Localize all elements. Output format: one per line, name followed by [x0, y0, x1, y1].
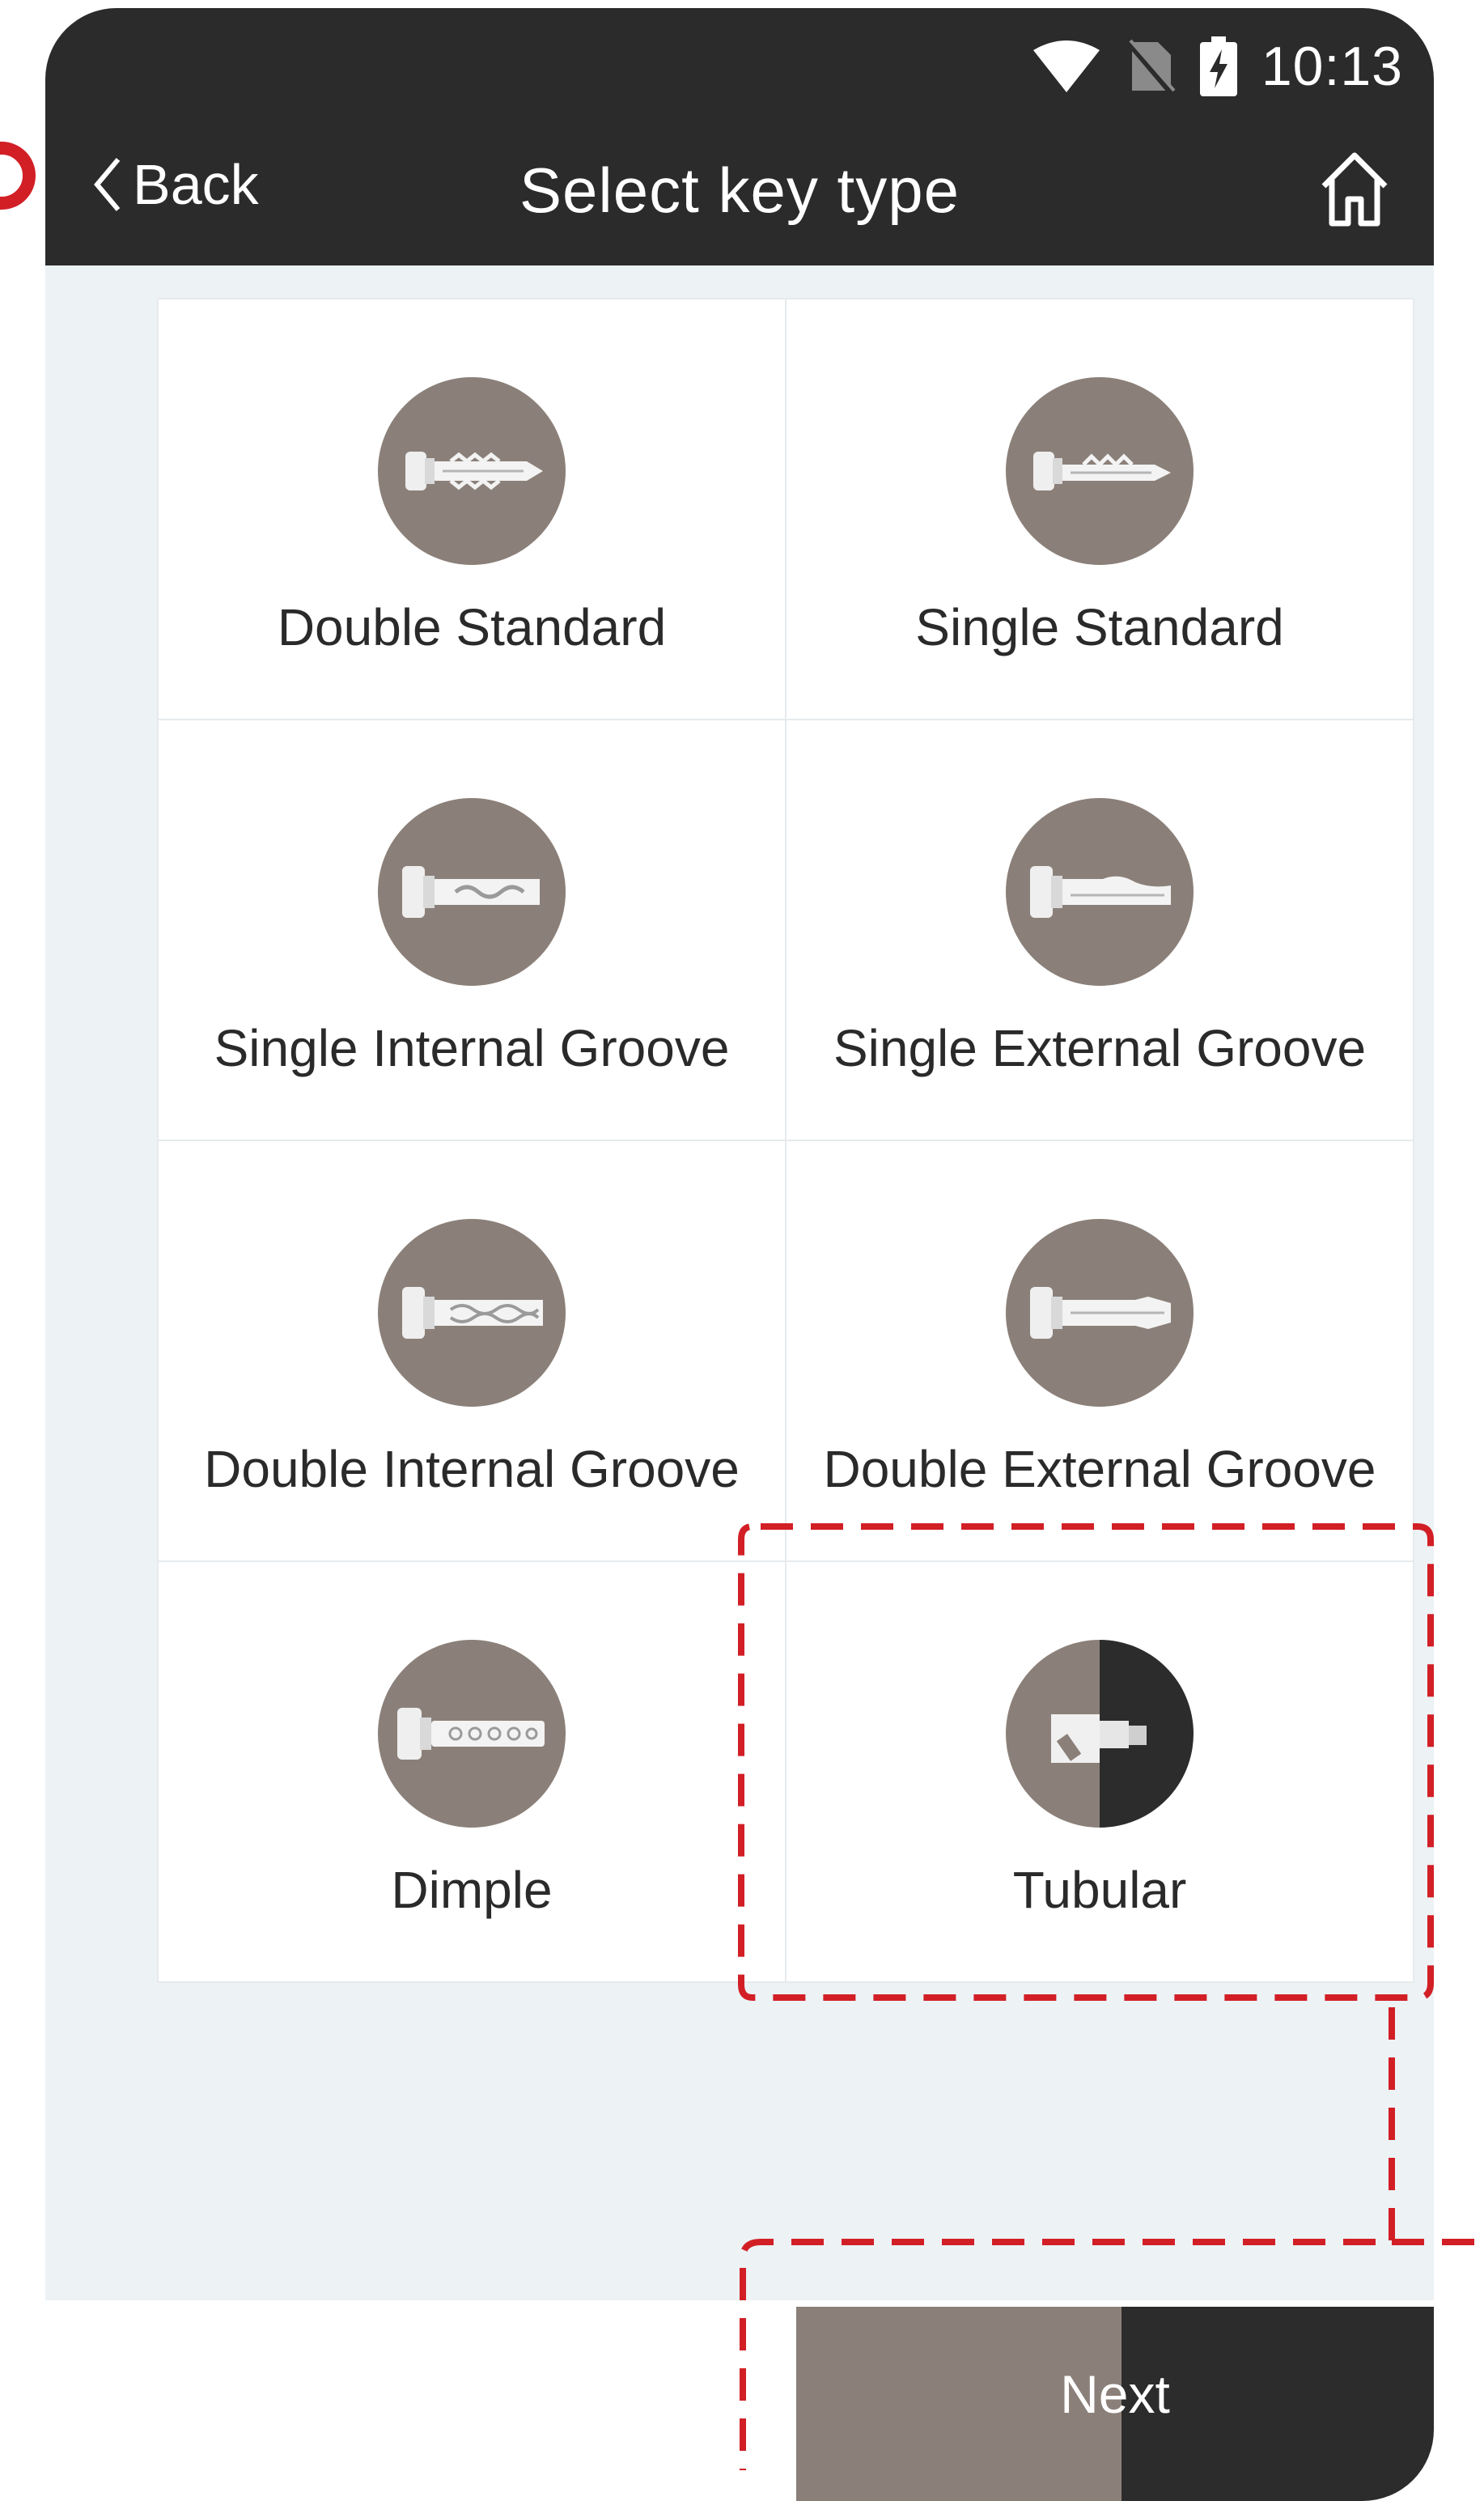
back-label: Back: [133, 153, 259, 216]
status-bar: 10:13: [1032, 26, 1403, 107]
key-type-label: Double External Groove: [823, 1440, 1376, 1498]
device-screen: 10:13 Back Select key type Double Standa…: [45, 8, 1434, 2501]
key-type-tubular[interactable]: Tubular: [787, 1562, 1413, 1981]
chevron-left-icon: [94, 158, 121, 211]
key-type-label: Single Internal Groove: [214, 1019, 730, 1077]
double-standard-key-icon: [378, 377, 566, 565]
app-header: 10:13 Back Select key type: [45, 8, 1434, 265]
single-internal-groove-key-icon: [378, 798, 566, 986]
home-icon: [1321, 152, 1388, 227]
key-type-dimple[interactable]: Dimple: [159, 1562, 785, 1981]
key-type-label: Single Standard: [915, 598, 1284, 656]
key-type-single-external-groove[interactable]: Single External Groove: [787, 720, 1413, 1140]
tubular-key-icon: [1006, 1640, 1194, 1828]
battery-charging-icon: [1199, 36, 1237, 96]
key-type-double-internal-groove[interactable]: Double Internal Groove: [159, 1141, 785, 1560]
double-internal-groove-key-icon: [378, 1219, 566, 1407]
dimple-key-icon: [378, 1640, 566, 1828]
key-type-double-external-groove[interactable]: Double External Groove: [787, 1141, 1413, 1560]
key-type-single-standard[interactable]: Single Standard: [787, 299, 1413, 719]
key-type-label: Double Internal Groove: [204, 1440, 740, 1498]
key-type-single-internal-groove[interactable]: Single Internal Groove: [159, 720, 785, 1140]
key-type-label: Dimple: [391, 1861, 553, 1919]
key-type-label: Double Standard: [277, 598, 667, 656]
wifi-icon: [1032, 40, 1100, 92]
single-standard-key-icon: [1006, 377, 1194, 565]
key-type-label: Tubular: [1012, 1861, 1187, 1919]
home-button[interactable]: [1317, 151, 1392, 232]
key-type-double-standard[interactable]: Double Standard: [159, 299, 785, 719]
next-button[interactable]: Next: [796, 2307, 1434, 2501]
key-type-grid: Double Standard Single Standard Single I…: [157, 298, 1414, 1983]
single-external-groove-key-icon: [1006, 798, 1194, 986]
no-sim-icon: [1124, 38, 1176, 96]
back-button[interactable]: Back: [94, 152, 259, 217]
double-external-groove-key-icon: [1006, 1219, 1194, 1407]
key-type-label: Single External Groove: [833, 1019, 1367, 1077]
annotation-marker: [0, 142, 36, 210]
status-time: 10:13: [1261, 36, 1403, 97]
